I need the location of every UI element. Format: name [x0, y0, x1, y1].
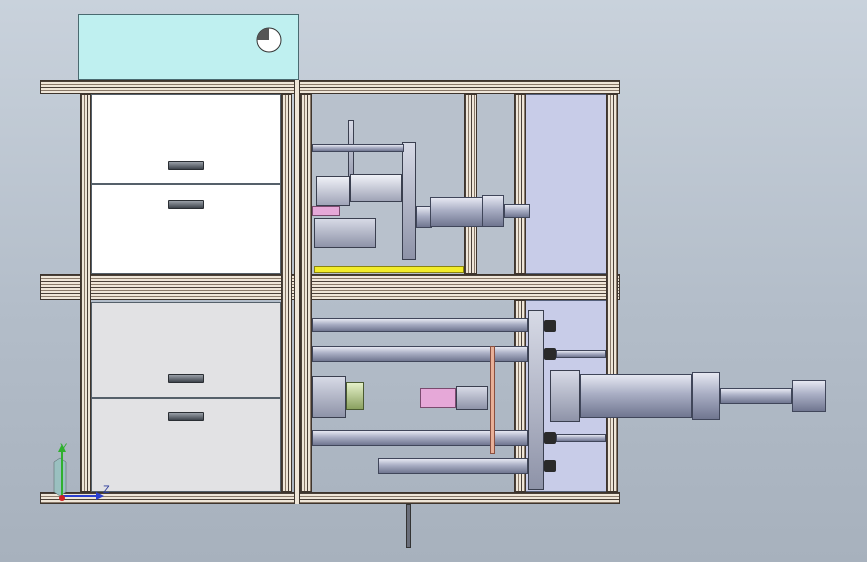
- frame-post-left: [80, 94, 91, 492]
- output-shaft-2: [430, 197, 484, 227]
- side-panel-upper: [524, 94, 608, 274]
- cylinder-collar: [692, 372, 720, 420]
- drawer-top-upper[interactable]: [91, 94, 281, 184]
- axis-label-y: Y: [60, 442, 68, 454]
- piston-end: [792, 380, 826, 412]
- orange-rod: [490, 346, 495, 454]
- lower-rod-2: [312, 346, 528, 362]
- guide-rod: [312, 144, 404, 152]
- frame-post-inner-b: [514, 94, 526, 274]
- drawer-bottom-upper[interactable]: [91, 302, 281, 398]
- center-divider: [294, 80, 300, 504]
- lower-rod-4: [378, 458, 528, 474]
- pink-sleeve: [420, 388, 456, 408]
- frame-post-center-left: [281, 94, 292, 492]
- frame-post-center-right: [300, 94, 312, 492]
- main-cylinder: [580, 374, 692, 418]
- tie-rod-right-top: [556, 350, 606, 358]
- frame-beam-top: [40, 80, 620, 94]
- tie-rod-right-bottom: [556, 434, 606, 442]
- piston-rod: [720, 388, 792, 404]
- lower-rod-3: [312, 430, 528, 446]
- output-shaft-4: [504, 204, 530, 218]
- cylinder-flange: [550, 370, 580, 422]
- bolt: [544, 432, 556, 444]
- drawer-handle[interactable]: [168, 161, 204, 170]
- sensor-block: [456, 386, 488, 410]
- motor-lower: [314, 218, 376, 248]
- drawer-handle[interactable]: [168, 374, 204, 383]
- drawer-handle[interactable]: [168, 412, 204, 421]
- motor-housing: [316, 176, 350, 206]
- lower-rod-1: [312, 318, 528, 332]
- frame-post-right: [606, 94, 618, 492]
- gear-block: [350, 174, 402, 202]
- axis-label-z: Z: [103, 484, 110, 496]
- yellow-plate: [314, 266, 464, 273]
- lower-shaft: [406, 504, 411, 548]
- output-shaft-3: [482, 195, 504, 227]
- pink-part: [312, 206, 340, 216]
- circular-indicator-icon: [256, 27, 282, 53]
- green-coupling: [346, 382, 364, 410]
- bolt: [544, 348, 556, 360]
- drawer-top-lower[interactable]: [91, 184, 281, 274]
- bolt: [544, 320, 556, 332]
- frame-post-inner-a: [464, 94, 477, 274]
- mounting-plate: [528, 310, 544, 490]
- lower-motor: [312, 376, 346, 418]
- frame-beam-bottom: [40, 492, 620, 504]
- frame-beam-middle: [40, 274, 620, 300]
- vertical-plate: [402, 142, 416, 260]
- drawer-handle[interactable]: [168, 200, 204, 209]
- bolt: [544, 460, 556, 472]
